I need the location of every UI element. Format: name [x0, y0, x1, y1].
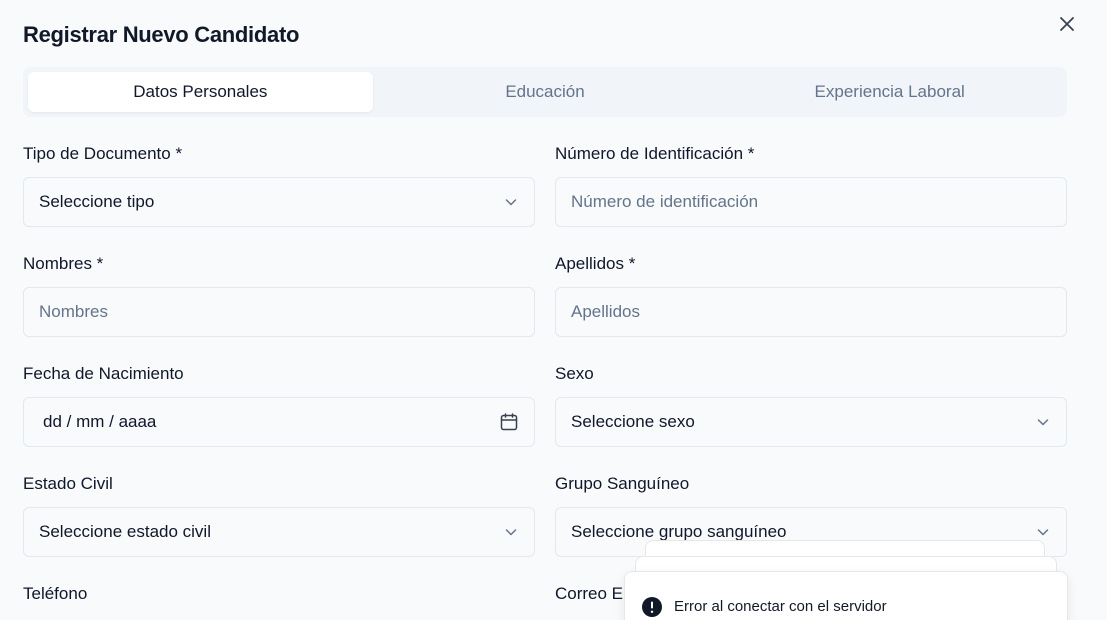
error-toast[interactable]: Error al conectar con el servidor — [624, 571, 1068, 620]
nombres-label: Nombres * — [23, 254, 104, 273]
fecha-nacimiento-value: dd / mm / aaaa — [43, 412, 157, 431]
calendar-icon[interactable] — [499, 412, 519, 432]
sexo-label: Sexo — [555, 364, 594, 383]
dialog-title: Registrar Nuevo Candidato — [23, 22, 300, 47]
toast-message: Error al conectar con el servidor — [674, 598, 887, 615]
chevron-down-icon — [505, 199, 517, 206]
register-candidate-dialog: Registrar Nuevo Candidato Datos Personal… — [0, 0, 1107, 620]
tipo-documento-value: Seleccione tipo — [39, 192, 155, 211]
estado-civil-select[interactable]: Seleccione estado civil — [23, 507, 535, 557]
apellidos-input[interactable] — [571, 302, 1051, 322]
tab-list: Datos Personales Educación Experiencia L… — [23, 67, 1067, 117]
numero-identificacion-label: Número de Identificación * — [555, 144, 755, 163]
grupo-sanguineo-value: Seleccione grupo sanguíneo — [571, 522, 787, 541]
sexo-select[interactable]: Seleccione sexo — [555, 397, 1067, 447]
correo-label: Correo E — [555, 584, 624, 603]
nombres-input[interactable] — [39, 302, 519, 322]
chevron-down-icon — [1037, 419, 1049, 426]
fecha-nacimiento-input[interactable]: dd / mm / aaaa — [23, 397, 535, 447]
estado-civil-label: Estado Civil — [23, 474, 113, 493]
grupo-sanguineo-label: Grupo Sanguíneo — [555, 474, 690, 493]
estado-civil-value: Seleccione estado civil — [39, 522, 211, 541]
alert-circle-icon — [642, 597, 662, 617]
numero-identificacion-field — [555, 177, 1067, 227]
telefono-label: Teléfono — [23, 584, 88, 603]
sexo-value: Seleccione sexo — [571, 412, 695, 431]
close-icon[interactable] — [1057, 14, 1077, 34]
nombres-field — [23, 287, 535, 337]
chevron-down-icon — [1037, 529, 1049, 536]
tab-datos-personales[interactable]: Datos Personales — [28, 72, 373, 112]
chevron-down-icon — [505, 529, 517, 536]
tab-experiencia-laboral[interactable]: Experiencia Laboral — [717, 72, 1062, 112]
tipo-documento-label: Tipo de Documento * — [23, 144, 183, 163]
apellidos-field — [555, 287, 1067, 337]
tab-educacion[interactable]: Educación — [373, 72, 718, 112]
apellidos-label: Apellidos * — [555, 254, 636, 273]
fecha-nacimiento-label: Fecha de Nacimiento — [23, 364, 184, 383]
numero-identificacion-input[interactable] — [571, 192, 1051, 212]
tipo-documento-select[interactable]: Seleccione tipo — [23, 177, 535, 227]
